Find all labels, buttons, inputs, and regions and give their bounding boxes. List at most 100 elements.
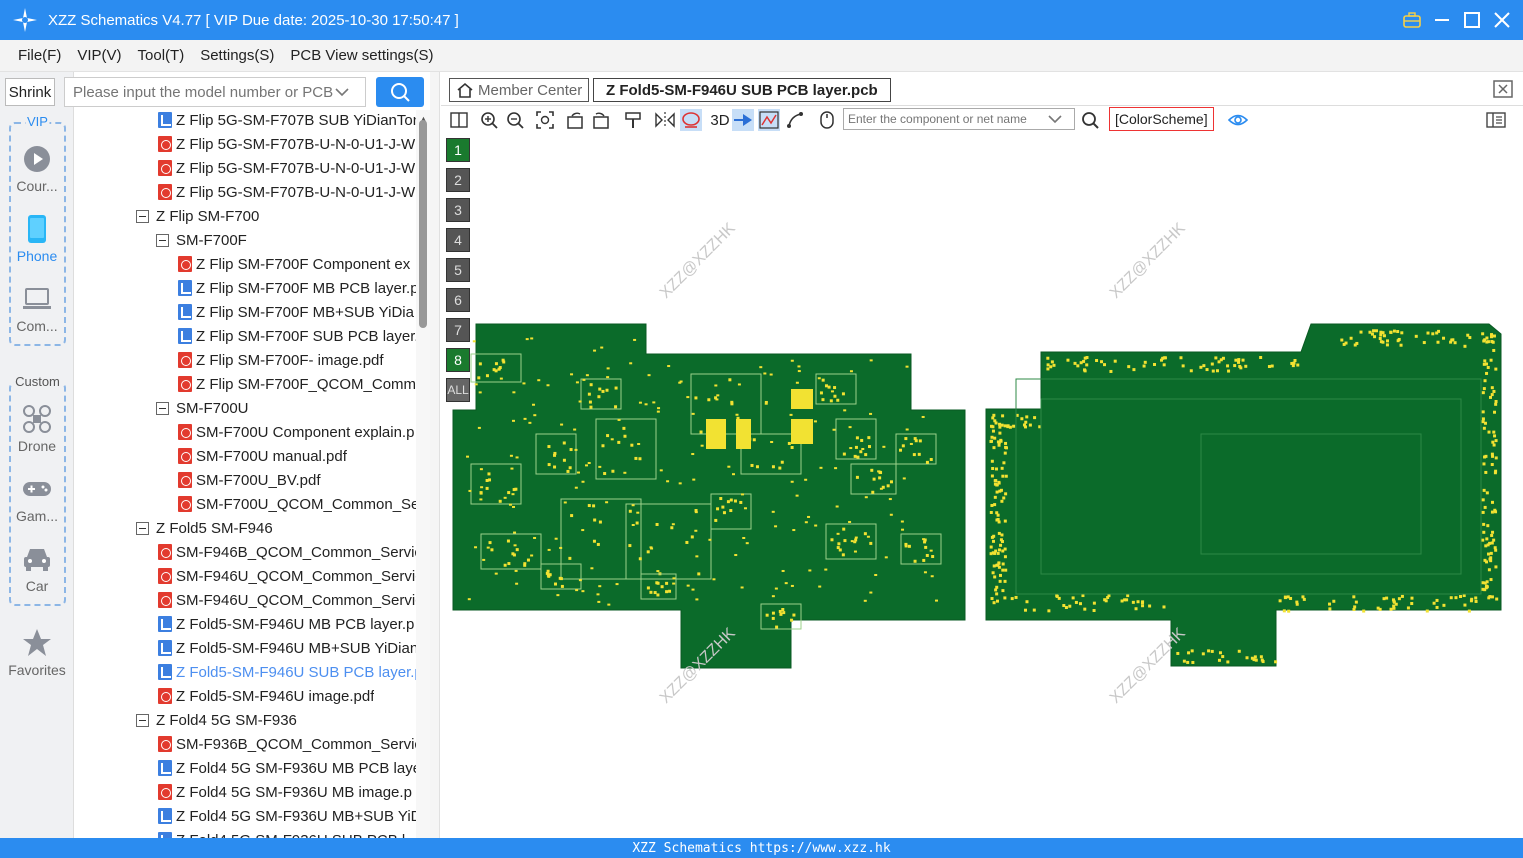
tree-folder[interactable]: Z Fold5 SM-F946 — [136, 516, 273, 540]
menu-pcb-view-settings[interactable]: PCB View settings(S) — [282, 47, 441, 64]
app-logo-icon — [12, 7, 38, 33]
tab-member-center[interactable]: Member Center — [449, 78, 590, 102]
tree-file[interactable]: SM-F946U_QCOM_Common_Servic — [158, 588, 416, 612]
rotate-right-icon[interactable] — [590, 109, 612, 131]
rail-item-game[interactable]: Gam... — [0, 474, 74, 524]
highlight-net-icon[interactable] — [680, 109, 702, 131]
layer-button-7[interactable]: 7 — [446, 318, 470, 342]
component-search-field[interactable] — [843, 108, 1075, 130]
tree-file[interactable]: Z Flip SM-F700F MB+SUB YiDia — [178, 300, 414, 324]
layer-button-4[interactable]: 4 — [446, 228, 470, 252]
pcb-file-icon — [158, 616, 172, 632]
rotate-left-icon[interactable] — [564, 109, 586, 131]
layer-button-6[interactable]: 6 — [446, 288, 470, 312]
menu-settings[interactable]: Settings(S) — [192, 47, 282, 64]
tree-file[interactable]: SM-F700U_QCOM_Common_Se — [178, 492, 416, 516]
pcb-file-icon — [158, 760, 172, 776]
rail-item-favorites[interactable]: Favorites — [0, 628, 74, 678]
search-button[interactable] — [376, 77, 424, 107]
tree-file[interactable]: Z Fold4 5G SM-F936U MB+SUB YiD — [158, 804, 416, 828]
layer-button-5[interactable]: 5 — [446, 258, 470, 282]
layer-button-3[interactable]: 3 — [446, 198, 470, 222]
pcb-board-view[interactable]: XZZ@XZZHK XZZ@XZZHK XZZ@XZZHK XZZ@XZZHK — [441, 134, 1523, 838]
three-d-button[interactable]: 3D — [706, 109, 734, 131]
zoom-in-icon[interactable] — [478, 109, 500, 131]
layer-button-8[interactable]: 8 — [446, 348, 470, 372]
menu-vip[interactable]: VIP(V) — [69, 47, 129, 64]
tree-file[interactable]: Z Flip SM-F700F MB PCB layer.p — [178, 276, 416, 300]
tree-file[interactable]: Z Flip SM-F700F Component ex — [178, 252, 410, 276]
tree-file[interactable]: Z Flip SM-F700F SUB PCB layer.p — [178, 324, 416, 348]
zoom-out-icon[interactable] — [504, 109, 526, 131]
tree-file[interactable]: SM-F936B_QCOM_Common_Servic — [158, 732, 416, 756]
component-search-input[interactable] — [848, 112, 1048, 126]
tree-file[interactable]: Z Flip SM-F700F- image.pdf — [178, 348, 384, 372]
color-scheme-button[interactable]: [ColorScheme] — [1109, 107, 1214, 131]
layer-button-all[interactable]: ALL — [446, 378, 470, 402]
tree-file[interactable]: Z Flip 5G-SM-F707B-U-N-0-U1-J-W — [158, 132, 415, 156]
side-panel-icon[interactable] — [1485, 109, 1507, 131]
model-search-input[interactable] — [73, 83, 335, 101]
tree-file[interactable]: SM-F946U_QCOM_Common_Servic — [158, 564, 416, 588]
pdf-file-icon — [158, 184, 172, 200]
tree-scroll-thumb[interactable] — [419, 120, 427, 328]
pin-arrow-icon[interactable] — [732, 109, 754, 131]
rail-item-phone[interactable]: Phone — [0, 214, 74, 264]
shrink-button[interactable]: Shrink — [5, 78, 55, 106]
chevron-down-icon[interactable] — [1048, 114, 1062, 124]
tree-file[interactable]: SM-F700U_BV.pdf — [178, 468, 321, 492]
tab-active-file[interactable]: Z Fold5-SM-F946U SUB PCB layer.pcb — [593, 78, 891, 102]
tree-file[interactable]: Z Fold5-SM-F946U MB+SUB YiDian — [158, 636, 416, 660]
layer-button-1[interactable]: 1 — [446, 138, 470, 162]
component-search-icon[interactable] — [1079, 109, 1101, 131]
rail-item-drone[interactable]: Drone — [0, 404, 74, 454]
tree-scrollbar[interactable]: ▲ — [416, 110, 430, 838]
collapse-icon[interactable] — [156, 401, 169, 415]
close-tab-icon[interactable] — [1493, 80, 1513, 101]
tree-file[interactable]: Z Flip SM-F700F_QCOM_Comm — [178, 372, 416, 396]
tree-file[interactable]: Z Fold5-SM-F946U image.pdf — [158, 684, 374, 708]
briefcase-icon[interactable] — [1401, 9, 1423, 31]
tree-file[interactable]: SM-F700U manual.pdf — [178, 444, 347, 468]
fit-view-icon[interactable] — [534, 109, 556, 131]
tree-file[interactable]: Z Fold5-SM-F946U MB PCB layer.p — [158, 612, 414, 636]
tree-folder[interactable]: Z Fold4 5G SM-F936 — [136, 708, 297, 732]
tree-folder[interactable]: SM-F700U — [156, 396, 249, 420]
pcb-canvas[interactable]: XZZ@XZZHK XZZ@XZZHK XZZ@XZZHK XZZ@XZZHK … — [441, 134, 1523, 838]
collapse-icon[interactable] — [136, 713, 149, 727]
pane-splitter[interactable] — [430, 72, 440, 838]
net-trace-icon[interactable] — [758, 109, 780, 131]
rail-item-courses[interactable]: Cour... — [0, 144, 74, 194]
tree-file[interactable]: Z Fold4 5G SM-F936U SUB PCB l — [158, 828, 405, 838]
mirror-icon[interactable] — [654, 109, 676, 131]
menu-tool[interactable]: Tool(T) — [130, 47, 193, 64]
tree-file[interactable]: SM-F700U Component explain.p — [178, 420, 414, 444]
eye-icon[interactable] — [1227, 109, 1249, 131]
tree-file[interactable]: Z Fold4 5G SM-F936U MB image.p — [158, 780, 412, 804]
line-tool-icon[interactable] — [784, 109, 806, 131]
menu-file[interactable]: File(F) — [10, 47, 69, 64]
layer-button-2[interactable]: 2 — [446, 168, 470, 192]
tree-file[interactable]: Z Flip 5G-SM-F707B-U-N-0-U1-J-W — [158, 156, 415, 180]
tree-file[interactable]: SM-F946B_QCOM_Common_Servic — [158, 540, 416, 564]
tree-file[interactable]: Z Fold5-SM-F946U SUB PCB layer.p — [158, 660, 416, 684]
collapse-icon[interactable] — [136, 209, 149, 223]
maximize-button[interactable] — [1461, 9, 1483, 31]
chevron-down-icon[interactable] — [335, 87, 349, 97]
tree-file[interactable]: Z Fold4 5G SM-F936U MB PCB laye — [158, 756, 416, 780]
tree-folder[interactable]: Z Flip SM-F700 — [136, 204, 259, 228]
model-search-field[interactable] — [64, 77, 366, 107]
tree-label: SM-F936B_QCOM_Common_Servic — [176, 735, 416, 753]
collapse-icon[interactable] — [156, 233, 169, 247]
rail-item-car[interactable]: Car — [0, 544, 74, 594]
tree-file[interactable]: Z Flip 5G-SM-F707B-U-N-0-U1-J-W — [158, 180, 415, 204]
close-button[interactable] — [1491, 9, 1513, 31]
split-view-icon[interactable] — [448, 109, 470, 131]
collapse-icon[interactable] — [136, 521, 149, 535]
minimize-button[interactable] — [1431, 9, 1453, 31]
mouse-icon[interactable] — [816, 109, 838, 131]
format-painter-icon[interactable] — [622, 109, 644, 131]
tree-file[interactable]: Z Flip 5G-SM-F707B SUB YiDianTong — [158, 110, 416, 132]
tree-folder[interactable]: SM-F700F — [156, 228, 247, 252]
rail-item-computer[interactable]: Com... — [0, 284, 74, 334]
